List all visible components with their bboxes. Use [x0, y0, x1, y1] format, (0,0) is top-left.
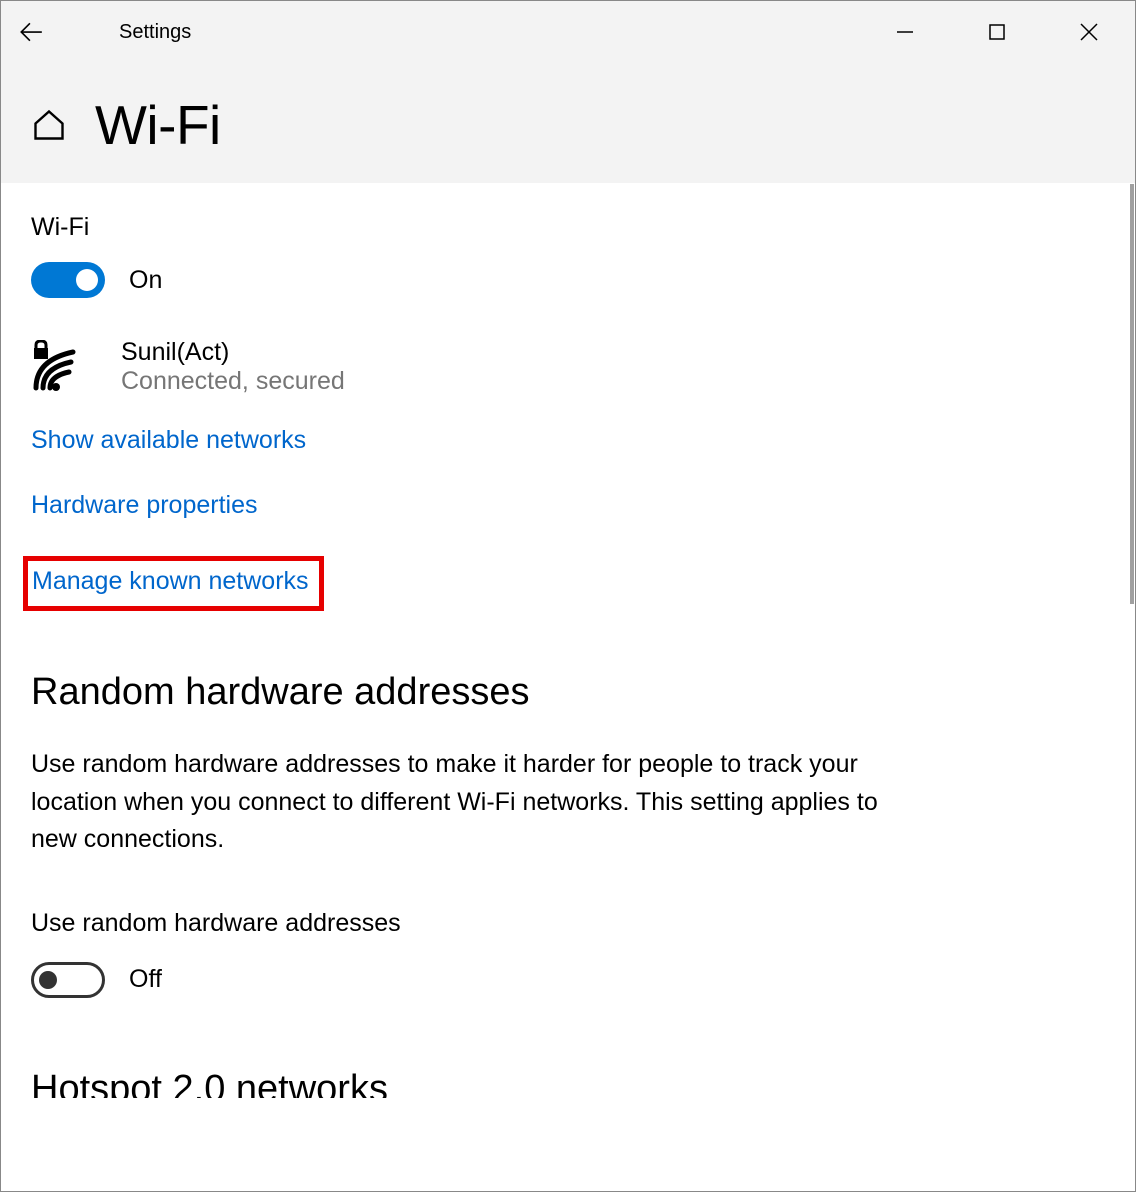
show-available-networks-link[interactable]: Show available networks [31, 426, 306, 455]
maximize-icon [988, 23, 1006, 41]
home-button[interactable] [31, 107, 67, 143]
close-icon [1079, 22, 1099, 42]
wifi-toggle-row: On [31, 262, 1105, 298]
minimize-button[interactable] [859, 1, 951, 63]
back-button[interactable] [1, 1, 61, 63]
random-hw-toggle-state: Off [129, 965, 162, 994]
hotspot-heading: Hotspot 2.0 networks [31, 1068, 1105, 1098]
highlight-annotation: Manage known networks [23, 556, 324, 611]
random-hw-toggle[interactable] [31, 962, 105, 998]
wifi-toggle-state: On [129, 266, 162, 295]
wifi-toggle[interactable] [31, 262, 105, 298]
titlebar: Settings [1, 1, 1135, 63]
random-hw-description: Use random hardware addresses to make it… [31, 746, 881, 859]
current-network[interactable]: Sunil(Act) Connected, secured [31, 338, 1105, 396]
header-bar: Settings Wi-Fi [1, 1, 1135, 183]
toggle-knob [39, 971, 57, 989]
page-title: Wi-Fi [95, 93, 221, 157]
toggle-knob [76, 269, 98, 291]
hardware-properties-link[interactable]: Hardware properties [31, 491, 258, 520]
arrow-left-icon [18, 19, 44, 45]
window-controls [859, 1, 1135, 63]
network-info: Sunil(Act) Connected, secured [121, 338, 345, 396]
wifi-section-label: Wi-Fi [31, 213, 1105, 242]
app-title: Settings [119, 21, 191, 44]
maximize-button[interactable] [951, 1, 1043, 63]
close-button[interactable] [1043, 1, 1135, 63]
minimize-icon [896, 23, 914, 41]
random-hw-toggle-row: Off [31, 962, 1105, 998]
random-hw-heading: Random hardware addresses [31, 671, 1105, 714]
scrollbar[interactable] [1130, 184, 1134, 604]
home-icon [31, 107, 67, 143]
wifi-secured-icon [31, 340, 91, 395]
network-name: Sunil(Act) [121, 338, 345, 367]
random-hw-toggle-label: Use random hardware addresses [31, 909, 1105, 938]
network-status: Connected, secured [121, 367, 345, 396]
page-heading: Wi-Fi [1, 93, 1135, 157]
manage-known-networks-link[interactable]: Manage known networks [32, 567, 309, 596]
content-area: Wi-Fi On Sunil(Act) Connected, secured S… [1, 183, 1135, 1098]
